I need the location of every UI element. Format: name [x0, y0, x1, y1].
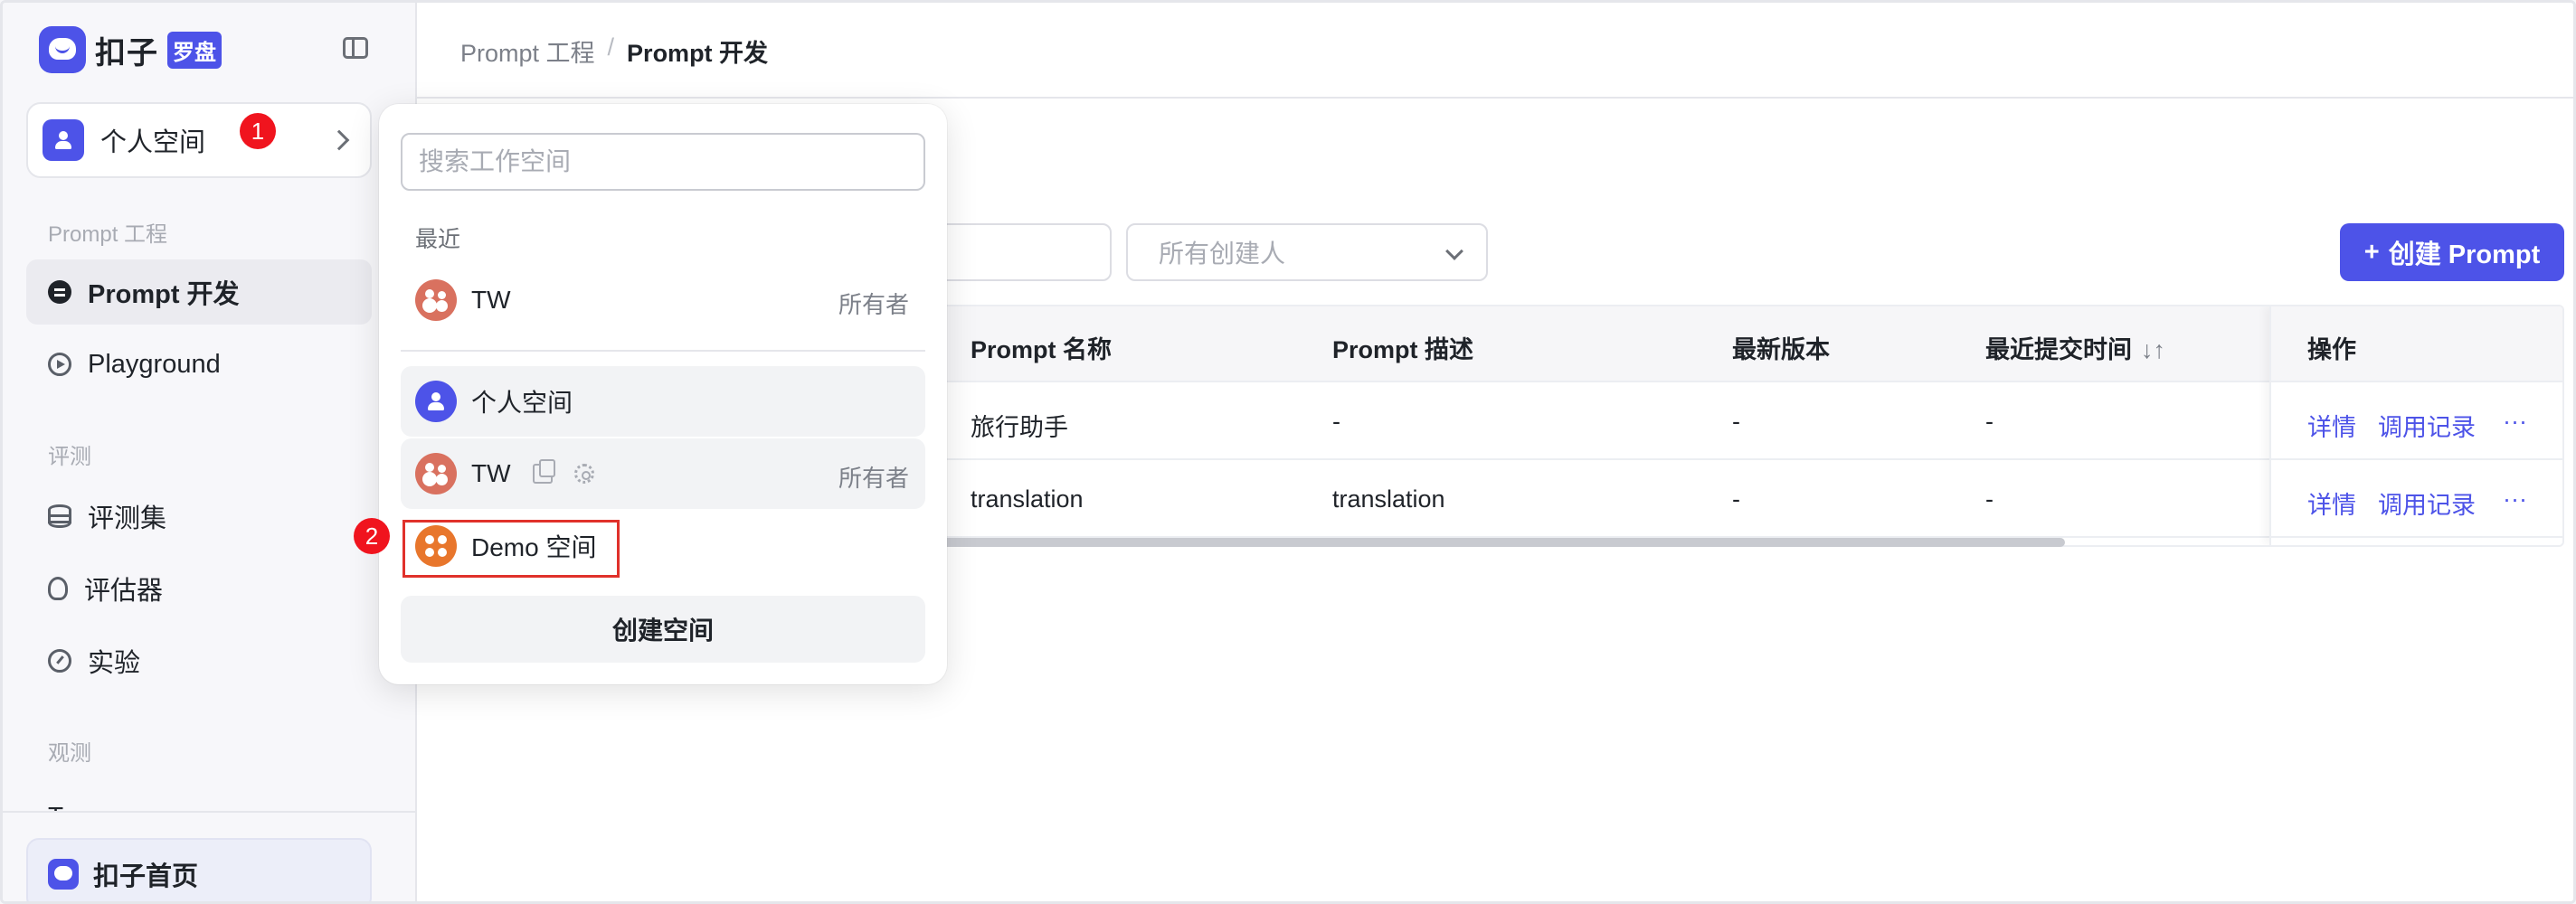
cell-desc: translation [1332, 485, 1445, 513]
chevron-down-icon [1445, 242, 1463, 260]
space-switcher[interactable]: 个人空间 [26, 102, 372, 178]
home-button[interactable]: 扣子首页 [26, 838, 372, 901]
actions-column: 操作 详情 调用记录 ··· 详情 调用记录 ··· [2269, 306, 2562, 545]
col-header-actions: 操作 [2307, 336, 2356, 363]
cell-time: - [1985, 485, 1994, 513]
space-item-role: 所有者 [838, 291, 909, 318]
cell-version: - [1732, 408, 1740, 435]
cell-name: 旅行助手 [971, 414, 1068, 441]
app-window: 扣子 罗盘 个人空间 1 Prompt 工程 Prompt 开发 Playgro… [0, 0, 2576, 904]
detail-link[interactable]: 详情 [2307, 408, 2356, 443]
actions-header: 操作 [2271, 306, 2562, 382]
sidebar-item-label: Prompt 开发 [88, 280, 240, 309]
gear-icon[interactable] [573, 464, 594, 484]
creator-filter-placeholder: 所有创建人 [1159, 240, 1286, 268]
cell-time: - [1985, 408, 1994, 435]
space-item-role: 所有者 [838, 465, 909, 492]
breadcrumb: Prompt 工程 / Prompt 开发 [460, 33, 768, 69]
col-header-desc: Prompt 描述 [1332, 336, 1474, 363]
space-item-name: 个人空间 [471, 389, 573, 417]
dropdown-divider [401, 350, 925, 352]
person-avatar-icon [415, 381, 457, 422]
logo-icon [39, 26, 86, 73]
space-search-input[interactable] [401, 133, 925, 191]
play-icon [48, 353, 71, 376]
database-icon [48, 504, 71, 528]
team-avatar-icon [415, 279, 457, 321]
space-dropdown: 最近 TW 所有者 个人空间 TW 所有者 Demo 空间 创建空间 [379, 104, 947, 684]
space-item-tw[interactable]: TW 所有者 [401, 438, 925, 509]
sidebar: 扣子 罗盘 个人空间 1 Prompt 工程 Prompt 开发 Playgro… [3, 3, 417, 901]
sidebar-item-label: 实验 [88, 649, 141, 678]
cell-desc: - [1332, 408, 1340, 435]
brand-logo[interactable]: 扣子 罗盘 [39, 24, 222, 75]
col-header-time[interactable]: 最近提交时间 ↓↑ [1985, 330, 2165, 365]
breadcrumb-current: Prompt 开发 [627, 40, 769, 67]
top-bar: Prompt 工程 / Prompt 开发 [417, 3, 2573, 99]
breadcrumb-parent[interactable]: Prompt 工程 [460, 33, 595, 69]
sidebar-item-eval-set[interactable]: 评测集 [26, 484, 372, 549]
sidebar-item-label: Playground [88, 349, 221, 379]
coze-logo-icon [48, 859, 79, 890]
person-avatar-icon [43, 119, 84, 161]
recent-space-item[interactable]: TW 所有者 [401, 265, 925, 335]
step-marker-2: 2 [354, 518, 390, 554]
annotation-highlight-box [402, 520, 620, 578]
more-icon[interactable]: ··· [2503, 485, 2527, 513]
space-item-name: TW [471, 286, 511, 314]
chat-icon [48, 280, 71, 304]
bulb-icon [48, 577, 68, 600]
plus-icon: + [2363, 237, 2380, 267]
create-space-button[interactable]: 创建空间 [401, 596, 925, 663]
section-label-prompt: Prompt 工程 [48, 222, 168, 247]
sidebar-item-label: 评估器 [84, 577, 164, 606]
col-header-name: Prompt 名称 [971, 336, 1113, 363]
cell-version: - [1732, 485, 1740, 513]
col-header-version: 最新版本 [1732, 336, 1830, 363]
step-marker-1: 1 [240, 113, 276, 149]
actions-row: 详情 调用记录 ··· [2271, 460, 2562, 538]
team-avatar-icon [415, 453, 457, 494]
home-button-label: 扣子首页 [93, 862, 199, 891]
sidebar-item-playground[interactable]: Playground [26, 332, 372, 397]
space-item-name: TW [471, 459, 511, 487]
space-item-personal[interactable]: 个人空间 [401, 366, 925, 437]
cell-name: translation [971, 485, 1084, 513]
sort-icon[interactable]: ↓↑ [2141, 336, 2165, 364]
copy-icon[interactable] [532, 459, 555, 484]
detail-link[interactable]: 详情 [2307, 485, 2356, 521]
create-prompt-label: 创建 Prompt [2388, 240, 2541, 269]
chevron-right-icon [328, 129, 350, 151]
breadcrumb-separator: / [607, 33, 615, 61]
call-log-link[interactable]: 调用记录 [2378, 408, 2476, 443]
brand-name: 扣子 [95, 35, 158, 71]
sidebar-item-label: 评测集 [88, 504, 167, 533]
sidebar-collapse-icon[interactable] [343, 37, 368, 59]
gauge-icon [48, 649, 71, 673]
sidebar-item-evaluator[interactable]: 评估器 [26, 556, 372, 621]
col-header-time-label: 最近提交时间 [1985, 336, 2132, 363]
section-label-eval: 评测 [48, 445, 91, 469]
sidebar-item-prompt-dev[interactable]: Prompt 开发 [26, 259, 372, 325]
more-icon[interactable]: ··· [2503, 408, 2527, 436]
actions-row: 详情 调用记录 ··· [2271, 382, 2562, 460]
creator-filter-select[interactable]: 所有创建人 [1126, 223, 1488, 281]
section-label-observe: 观测 [48, 741, 91, 766]
sidebar-item-experiment[interactable]: 实验 [26, 628, 372, 693]
current-space-name: 个人空间 [100, 128, 206, 157]
sidebar-footer: 扣子首页 [3, 811, 415, 901]
recent-label: 最近 [415, 227, 461, 252]
brand-badge: 罗盘 [167, 31, 222, 69]
create-prompt-button[interactable]: + 创建 Prompt [2340, 223, 2564, 281]
call-log-link[interactable]: 调用记录 [2378, 485, 2476, 521]
